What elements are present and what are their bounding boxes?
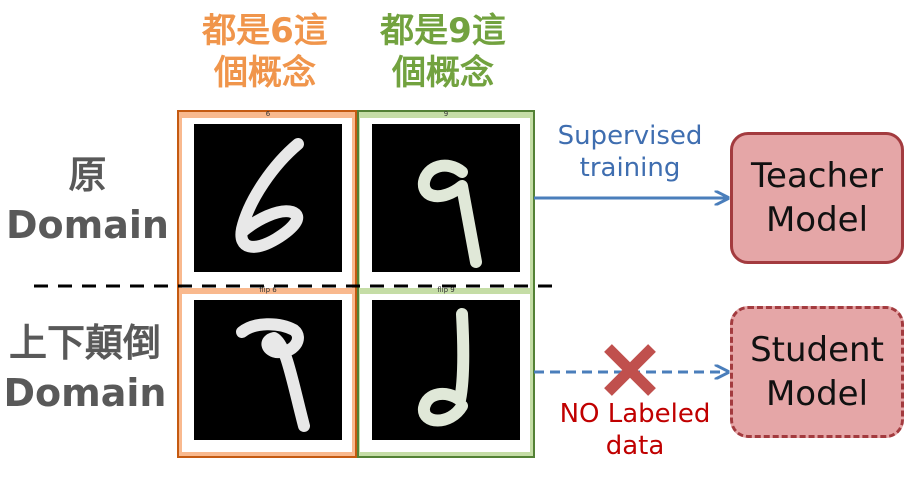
header-9-line1: 都是9這 <box>380 11 506 51</box>
teacher-model-box: Teacher Model <box>730 132 904 264</box>
no-labeled-data-label: NO Labeled data <box>545 398 725 462</box>
student-model-box: Student Model <box>730 306 904 438</box>
header-9-line2: 個概念 <box>392 53 494 93</box>
teacher-line2: Model <box>765 200 869 240</box>
plot-digit-9: 9 <box>360 110 530 288</box>
no-label-line1: NO Labeled <box>559 399 711 429</box>
label-original-line1: 原 <box>68 153 107 197</box>
header-concept-6: 都是6這 個概念 <box>180 10 350 94</box>
plot-digit-6: 6 <box>182 110 352 288</box>
mnist-image-6 <box>194 124 342 272</box>
digit-flip-6-drawing <box>236 318 310 432</box>
header-concept-9: 都是9這 個概念 <box>358 10 528 94</box>
label-original-line2: Domain <box>6 203 169 247</box>
mnist-image-9 <box>372 124 520 272</box>
supervised-line2: training <box>579 153 681 183</box>
digit-9-drawing <box>418 159 482 268</box>
label-flipped-line1: 上下顛倒 <box>8 321 161 365</box>
mnist-image-flip-6 <box>194 300 342 440</box>
plot-flip-9: flip 9 <box>360 286 530 452</box>
supervised-line1: Supervised <box>557 121 703 151</box>
cross-icon <box>604 344 656 396</box>
teacher-line1: Teacher <box>751 156 883 196</box>
label-original-domain: 原 Domain <box>0 150 175 250</box>
no-label-line2: data <box>605 431 665 461</box>
domain-separator-line <box>34 284 556 288</box>
label-flipped-domain: 上下顛倒 Domain <box>0 318 170 418</box>
mnist-image-flip-9 <box>372 300 520 440</box>
plot-title-6: 6 <box>265 110 271 118</box>
header-6-line2: 個概念 <box>214 53 316 93</box>
plot-flip-6: flip 6 <box>182 286 352 452</box>
supervised-training-label: Supervised training <box>540 120 720 184</box>
header-6-line1: 都是6這 <box>202 11 328 51</box>
digit-flip-9-drawing <box>418 308 470 427</box>
student-line2: Model <box>765 374 869 414</box>
digit-6-drawing <box>235 138 304 253</box>
plot-title-9: 9 <box>443 110 449 118</box>
student-line1: Student <box>750 330 884 370</box>
label-flipped-line2: Domain <box>3 371 167 415</box>
